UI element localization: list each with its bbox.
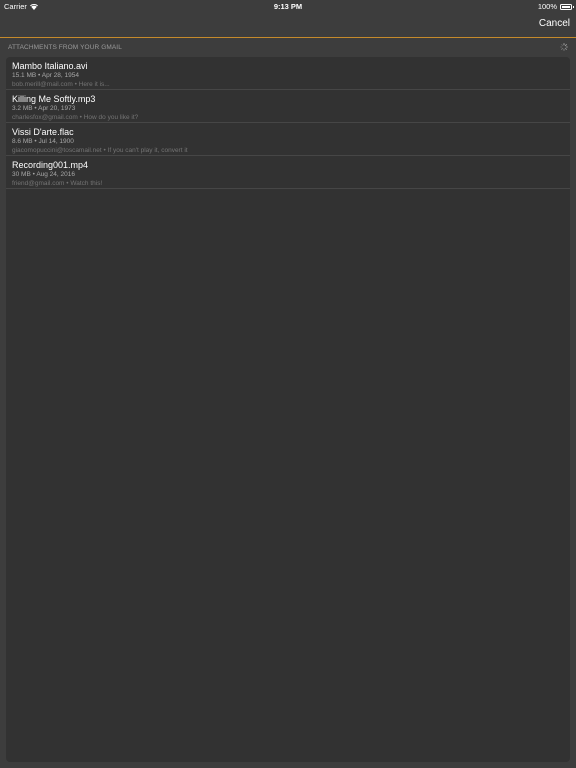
- attachment-meta: 15.1 MB • Apr 28, 1954: [12, 72, 79, 79]
- attachment-detail: bob.merill@mail.com • Here it is...: [12, 81, 110, 88]
- attachment-meta: 3.2 MB • Apr 20, 1973: [12, 105, 76, 112]
- section-title: ATTACHMENTS FROM YOUR GMAIL: [8, 44, 122, 51]
- attachment-item[interactable]: Recording001.mp4 30 MB • Aug 24, 2016 fr…: [6, 156, 570, 189]
- attachment-meta: 30 MB • Aug 24, 2016: [12, 171, 75, 178]
- status-time: 9:13 PM: [273, 2, 303, 11]
- attachment-detail: charlesfox@gmail.com • How do you like i…: [12, 114, 139, 121]
- battery-icon: [560, 3, 574, 10]
- attachment-name: Recording001.mp4: [12, 160, 89, 170]
- attachment-item[interactable]: Vissi D'arte.flac 8.6 MB • Jul 14, 1900 …: [6, 123, 570, 156]
- attachment-name: Mambo Italiano.avi: [12, 61, 88, 71]
- attachment-name: Vissi D'arte.flac: [12, 127, 74, 137]
- section-header: ATTACHMENTS FROM YOUR GMAIL: [0, 38, 576, 56]
- battery-percent: 100%: [537, 2, 557, 11]
- attachment-detail: giacomopuccini@toscamail.net • If you ca…: [12, 147, 188, 154]
- cancel-button[interactable]: Cancel: [539, 18, 570, 29]
- navigation-bar: Cancel: [0, 12, 576, 38]
- attachments-list: Mambo Italiano.avi 15.1 MB • Apr 28, 195…: [6, 57, 570, 762]
- attachment-item[interactable]: Killing Me Softly.mp3 3.2 MB • Apr 20, 1…: [6, 90, 570, 123]
- attachment-name: Killing Me Softly.mp3: [12, 94, 96, 104]
- status-right: 100%: [537, 2, 574, 11]
- attachment-detail: friend@gmail.com • Watch this!: [12, 180, 103, 187]
- attachment-meta: 8.6 MB • Jul 14, 1900: [12, 138, 74, 145]
- attachment-item[interactable]: Mambo Italiano.avi 15.1 MB • Apr 28, 195…: [6, 57, 570, 90]
- loading-spinner-icon: [560, 43, 568, 51]
- status-bar: Carrier 9:13 PM 100%: [0, 0, 576, 12]
